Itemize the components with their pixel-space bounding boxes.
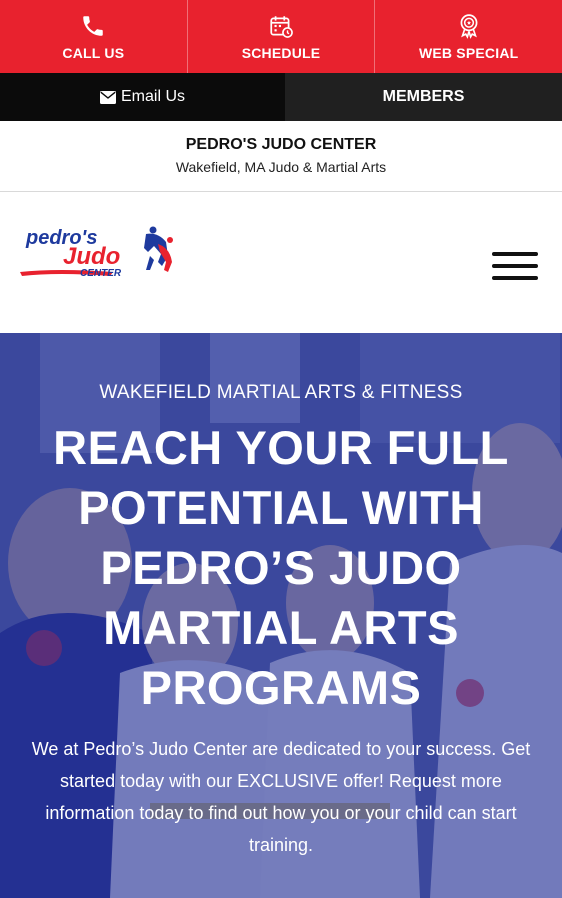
site-header: pedro's Judo CENTER — [0, 192, 562, 333]
hero-description: We at Pedro’s Judo Center are dedicated … — [31, 739, 531, 855]
hero-kicker: WAKEFIELD MARTIAL ARTS & FITNESS — [99, 382, 463, 403]
menu-hamburger-button[interactable] — [492, 252, 538, 282]
web-special-label: WEB SPECIAL — [418, 44, 519, 61]
email-us-button[interactable]: Email Us — [0, 73, 285, 121]
logo-word-judo: Judo — [63, 243, 120, 270]
site-title-block: PEDRO'S JUDO CENTER Wakefield, MA Judo &… — [0, 121, 562, 192]
judo-figure-icon — [144, 226, 173, 272]
envelope-icon — [99, 90, 116, 104]
hamburger-line — [492, 264, 538, 268]
schedule-label: SCHEDULE — [241, 44, 321, 61]
logo-word-center: CENTER — [80, 268, 122, 279]
phone-icon — [83, 15, 104, 36]
hamburger-line — [492, 252, 538, 256]
hero-headline: REACH YOUR FULL POTENTIAL WITH PEDRO’S J… — [53, 421, 509, 714]
schedule-button[interactable]: SCHEDULE — [188, 0, 376, 73]
members-button[interactable]: MEMBERS — [285, 73, 562, 121]
site-name: PEDRO'S JUDO CENTER — [185, 136, 377, 153]
web-special-button[interactable]: WEB SPECIAL — [375, 0, 562, 73]
hamburger-line — [492, 276, 538, 280]
site-logo[interactable]: pedro's Judo CENTER — [18, 222, 178, 282]
award-ribbon-icon — [460, 13, 478, 39]
members-label: MEMBERS — [382, 88, 465, 105]
calendar-icon — [270, 15, 293, 38]
call-us-label: CALL US — [62, 44, 125, 61]
hero-content: WAKEFIELD MARTIAL ARTS & FITNESS REACH Y… — [0, 333, 562, 861]
top-action-bar: CALL US SCHEDULE WEB SPECIAL — [0, 0, 562, 73]
email-us-label: Email Us — [120, 88, 185, 105]
call-us-button[interactable]: CALL US — [0, 0, 188, 73]
secondary-bar: Email Us MEMBERS — [0, 73, 562, 121]
site-tagline: Wakefield, MA Judo & Martial Arts — [175, 159, 387, 175]
hero-section: WAKEFIELD MARTIAL ARTS & FITNESS REACH Y… — [0, 333, 562, 898]
